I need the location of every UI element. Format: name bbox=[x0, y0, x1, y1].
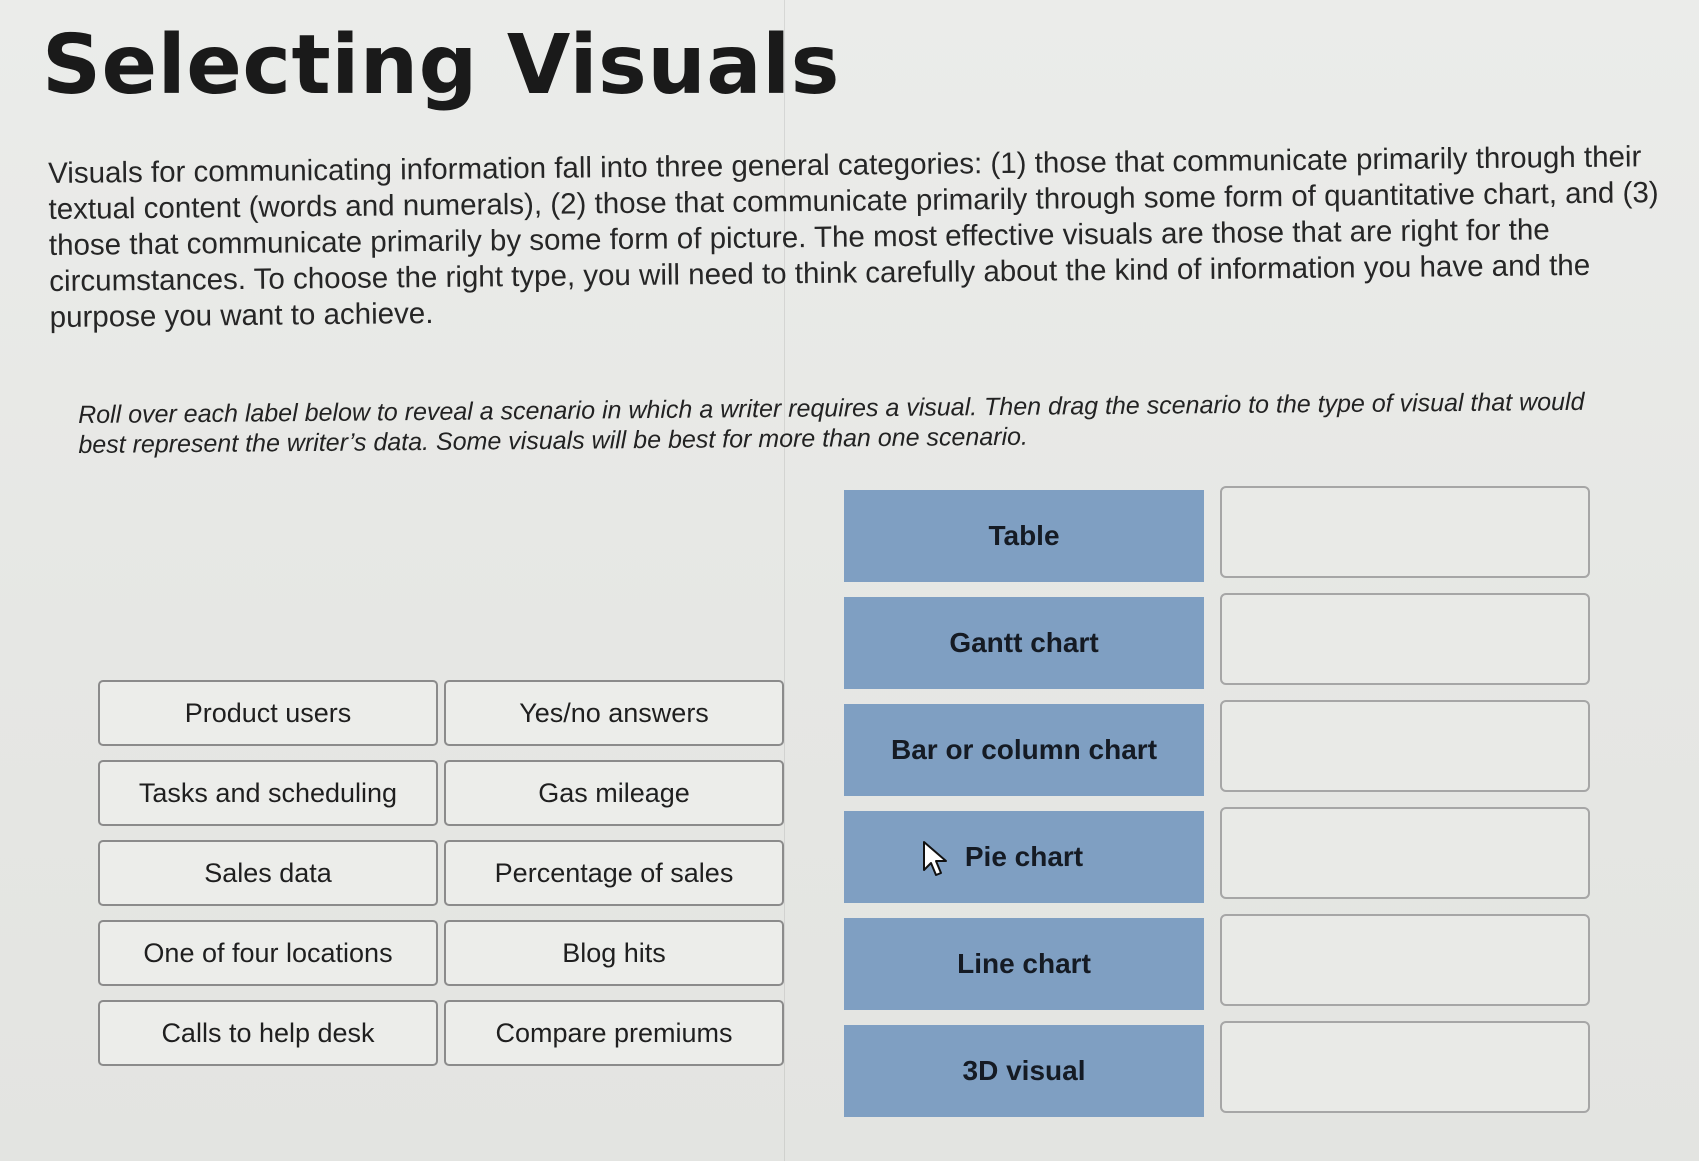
page: Selecting Visuals Visuals for communicat… bbox=[0, 0, 1699, 1161]
drop-target[interactable] bbox=[1220, 700, 1590, 792]
visual-type-3d-visual: 3D visual bbox=[844, 1025, 1204, 1117]
visual-type-gantt-chart: Gantt chart bbox=[844, 597, 1204, 689]
visual-type-column: Table Gantt chart Bar or column chart Pi… bbox=[844, 490, 1204, 1132]
visual-type-line-chart: Line chart bbox=[844, 918, 1204, 1010]
scenario-label[interactable]: Product users bbox=[98, 680, 438, 746]
drop-target[interactable] bbox=[1220, 1021, 1590, 1113]
scenario-label[interactable]: Yes/no answers bbox=[444, 680, 784, 746]
drop-target[interactable] bbox=[1220, 593, 1590, 685]
visual-type-bar-chart: Bar or column chart bbox=[844, 704, 1204, 796]
drop-target[interactable] bbox=[1220, 486, 1590, 578]
visual-type-table: Table bbox=[844, 490, 1204, 582]
drop-target[interactable] bbox=[1220, 807, 1590, 899]
page-title: Selecting Visuals bbox=[42, 18, 840, 113]
arrow-cursor-icon bbox=[923, 841, 947, 876]
instructions: Roll over each label below to reveal a s… bbox=[78, 387, 1585, 459]
drop-target[interactable] bbox=[1220, 914, 1590, 1006]
scenario-label[interactable]: Blog hits bbox=[444, 920, 784, 986]
scenario-label[interactable]: Gas mileage bbox=[444, 760, 784, 826]
scenario-label[interactable]: Compare premiums bbox=[444, 1000, 784, 1066]
intro-paragraph: Visuals for communicating information fa… bbox=[48, 140, 1659, 334]
scenario-label-grid: Product users Yes/no answers Tasks and s… bbox=[98, 680, 788, 1066]
scenario-label[interactable]: Sales data bbox=[98, 840, 438, 906]
scenario-label[interactable]: Tasks and scheduling bbox=[98, 760, 438, 826]
visual-type-pie-chart: Pie chart bbox=[844, 811, 1204, 903]
scenario-label[interactable]: One of four locations bbox=[98, 920, 438, 986]
scenario-label[interactable]: Calls to help desk bbox=[98, 1000, 438, 1066]
drop-target-column bbox=[1220, 486, 1590, 1128]
scenario-label[interactable]: Percentage of sales bbox=[444, 840, 784, 906]
